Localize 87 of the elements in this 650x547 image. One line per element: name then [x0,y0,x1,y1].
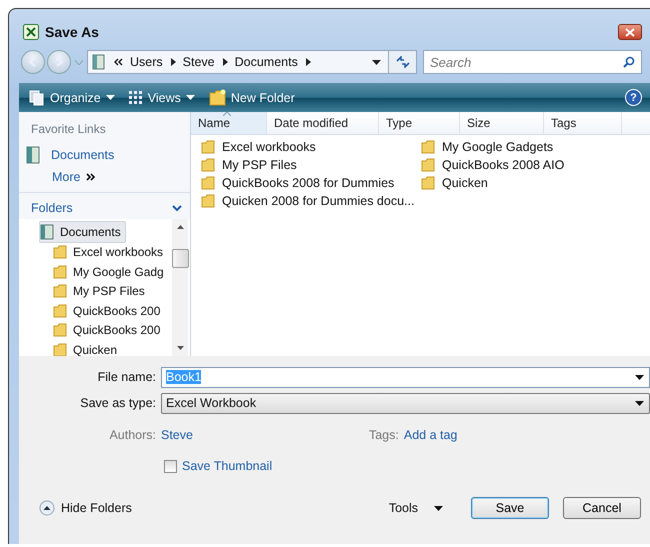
folder-icon [201,194,215,208]
documents-icon [29,90,45,106]
breadcrumb-item[interactable]: Documents [234,55,298,69]
toolbar-button[interactable]: New Folder [206,89,297,106]
tree-item[interactable]: Excel workbooks [39,242,172,262]
documents-icon [40,224,54,240]
folder-item[interactable]: Quicken 2008 for Dummies docu... [201,194,414,208]
folder-icon [53,245,67,260]
dropdown-arrow-icon[interactable] [372,60,381,64]
tree-item[interactable]: Quicken [39,340,172,356]
section-heading: Favorite Links [30,121,107,138]
column-header[interactable]: Name [191,112,267,134]
grid-icon [128,90,143,104]
chevron-right-icon[interactable] [304,58,311,66]
toolbar-button[interactable]: Organize [27,90,117,106]
scroll-up-icon[interactable] [176,225,184,229]
field-label: Save as type: [79,396,157,410]
folder-icon [421,176,435,190]
search-icon[interactable] [623,56,635,68]
caret-icon [434,506,443,510]
field-label: Tags: [368,428,399,442]
column-header[interactable]: Size [460,112,544,134]
tree-item[interactable]: QuickBooks 200 [39,301,172,320]
folder-icon [201,140,215,154]
close-icon [625,28,635,36]
folder-icon [421,158,435,172]
folder-item[interactable]: QuickBooks 2008 for Dummies [201,176,394,190]
field-label: Authors: [108,428,157,442]
column-header[interactable]: Tags [544,112,622,134]
folder-item[interactable]: Quicken [421,176,488,190]
help-button[interactable]: ? [625,89,642,106]
add-tag-link[interactable]: Add a tag [404,428,458,442]
close-button[interactable] [618,24,642,40]
window-title: Save As [45,24,99,40]
documents-icon [25,146,41,164]
tree-item[interactable]: Documents [39,221,126,242]
folder-icon [53,284,67,298]
folder-icon [53,323,67,338]
tree-item[interactable]: QuickBooks 200 [39,320,172,340]
tools-menu-button[interactable]: Tools [388,501,443,515]
spreadsheet-app-icon [23,24,39,40]
folder-icon [201,176,215,190]
dropdown-arrow-icon[interactable] [635,374,644,380]
dialog-button[interactable]: Save [471,497,549,519]
tree-item[interactable]: My Google Gadg [39,262,172,282]
toolbar-button[interactable]: Views [126,90,197,104]
chevron-right-icon[interactable] [222,58,228,66]
double-chevron-icon [86,173,96,181]
scroll-down-icon[interactable] [176,346,184,350]
more-link[interactable]: More [19,164,96,184]
hide-folders-button[interactable]: Hide Folders [39,500,132,516]
new-folder-icon [208,89,226,106]
favorite-link[interactable]: Documents [19,140,190,164]
authors-link[interactable]: Steve [161,428,193,442]
column-header[interactable]: Date modified [267,112,379,134]
scrollbar-thumb[interactable] [172,249,188,268]
checkbox[interactable] [164,460,177,472]
chevron-down-icon [172,204,182,212]
folder-item[interactable]: QuickBooks 2008 AIO [421,158,564,172]
tree-item[interactable]: My PSP Files [39,282,172,301]
dialog-button[interactable]: Cancel [563,497,641,519]
column-header[interactable]: Type [379,112,460,134]
scrollbar[interactable] [172,219,188,356]
chevron-right-icon[interactable] [170,58,176,66]
breadcrumb-item[interactable]: Users [130,55,163,69]
dropdown-arrow-icon [635,400,644,406]
breadcrumb-item[interactable]: Steve [182,55,215,69]
caret-icon [186,95,195,100]
refresh-icon [396,56,410,68]
folder-item[interactable]: Excel workbooks [201,140,316,154]
save-as-type-dropdown[interactable]: Excel Workbook [161,392,650,414]
folder-icon [53,264,67,279]
folder-item[interactable]: My Google Gadgets [421,140,554,154]
field-label: File name: [96,370,157,384]
caret-icon [106,95,115,100]
folder-item[interactable]: My PSP Files [201,158,297,172]
checkbox-label[interactable]: Save Thumbnail [182,459,272,473]
search-field[interactable]: Search [423,50,642,74]
sort-indicator-icon [223,112,231,116]
address-bar[interactable]: Users Steve Documents [87,50,417,74]
folder-icon [201,158,215,172]
folder-icon [53,304,67,318]
folder-icon [91,54,107,70]
refresh-button[interactable] [388,51,416,73]
double-chevron-icon [114,58,123,66]
folder-icon [421,140,435,154]
collapse-up-icon [39,500,55,516]
